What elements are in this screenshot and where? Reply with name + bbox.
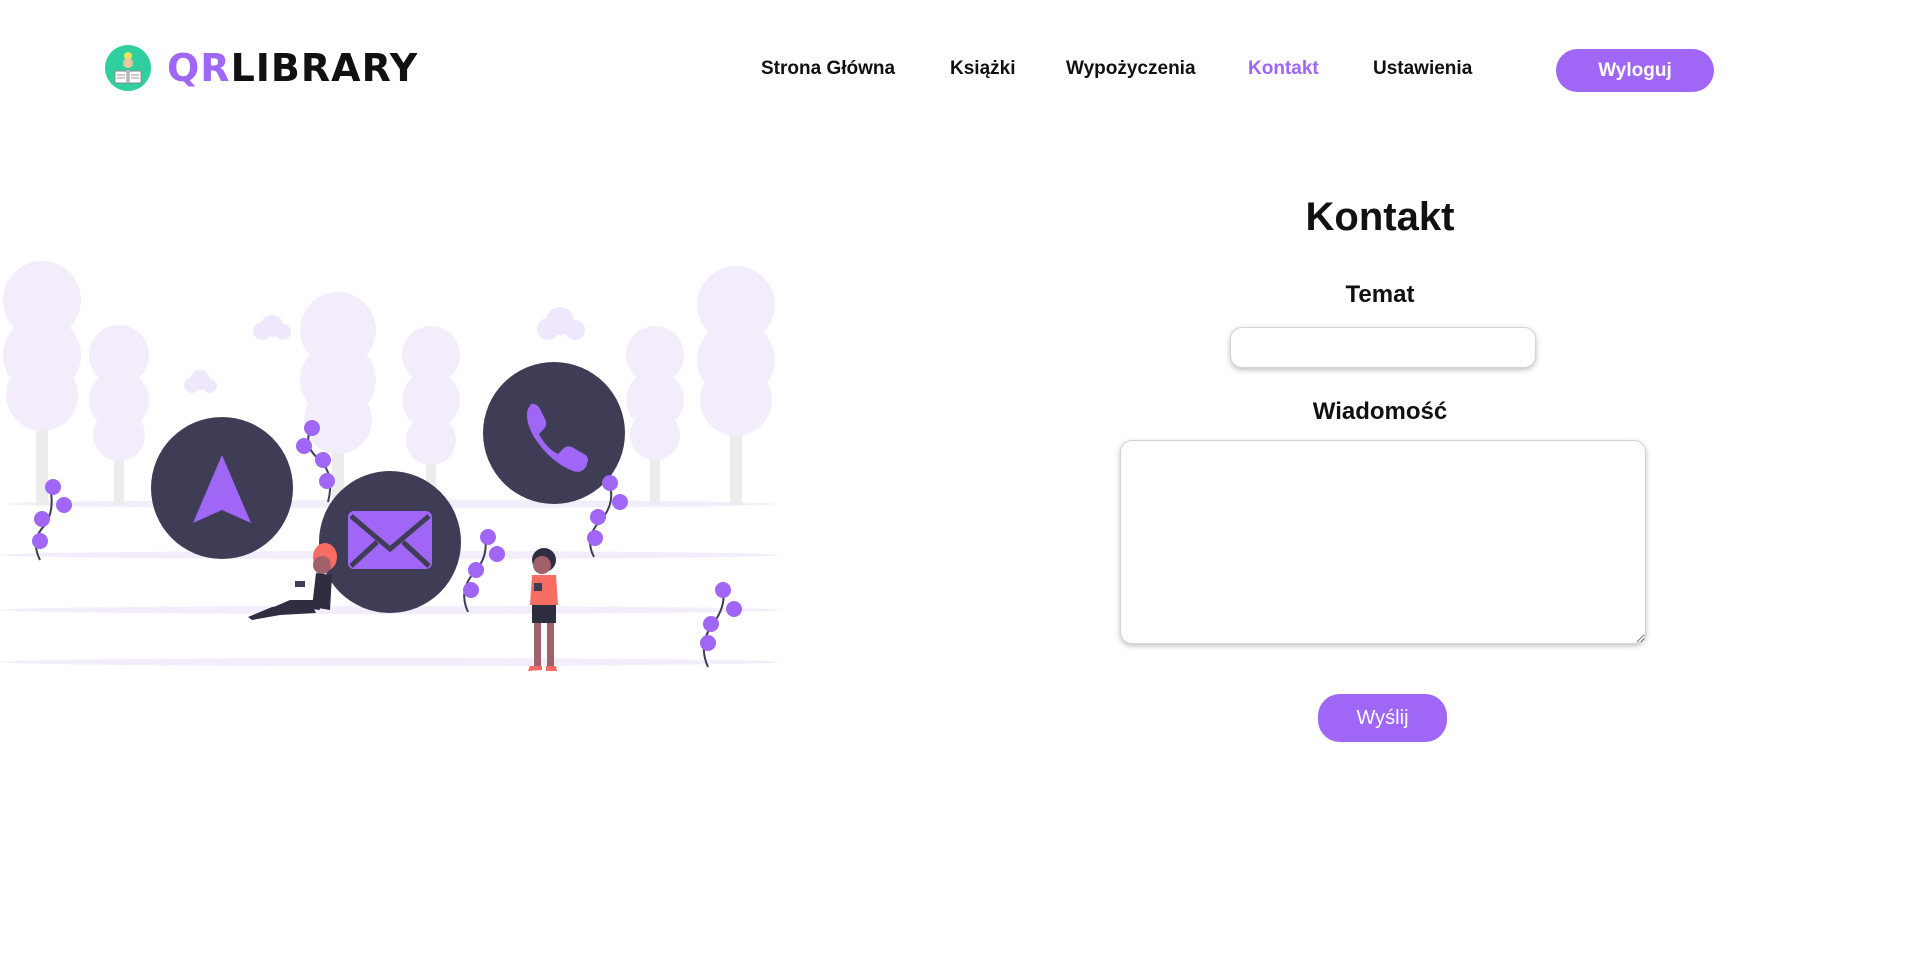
standing-person	[528, 548, 558, 671]
logo-text: QRLIBRARY	[167, 45, 418, 91]
subject-input[interactable]	[1230, 327, 1536, 368]
message-textarea[interactable]	[1120, 440, 1646, 644]
logo-reader-icon	[105, 45, 151, 91]
nav-item-loans[interactable]: Wypożyczenia	[1066, 58, 1196, 80]
nav-item-books[interactable]: Książki	[950, 58, 1015, 80]
logo[interactable]: QRLIBRARY	[105, 45, 418, 91]
logo-text-qr: QR	[167, 46, 231, 90]
send-button[interactable]: Wyślij	[1318, 694, 1447, 742]
page-title: Kontakt	[1305, 195, 1455, 239]
envelope-circle	[319, 471, 461, 613]
nav-item-settings[interactable]: Ustawienia	[1373, 58, 1472, 80]
subject-label: Temat	[1345, 281, 1415, 308]
nav-item-home[interactable]: Strona Główna	[761, 58, 895, 80]
background-trees	[3, 261, 775, 505]
logo-text-library: LIBRARY	[230, 46, 419, 90]
navigation-circle	[151, 417, 293, 559]
message-label: Wiadomość	[1312, 398, 1448, 425]
logout-button[interactable]: Wyloguj	[1556, 49, 1714, 92]
site-header: QRLIBRARY Strona Główna Książki Wypożycz…	[0, 0, 1920, 140]
contact-illustration	[0, 261, 780, 671]
nav-item-contact[interactable]: Kontakt	[1248, 58, 1319, 80]
